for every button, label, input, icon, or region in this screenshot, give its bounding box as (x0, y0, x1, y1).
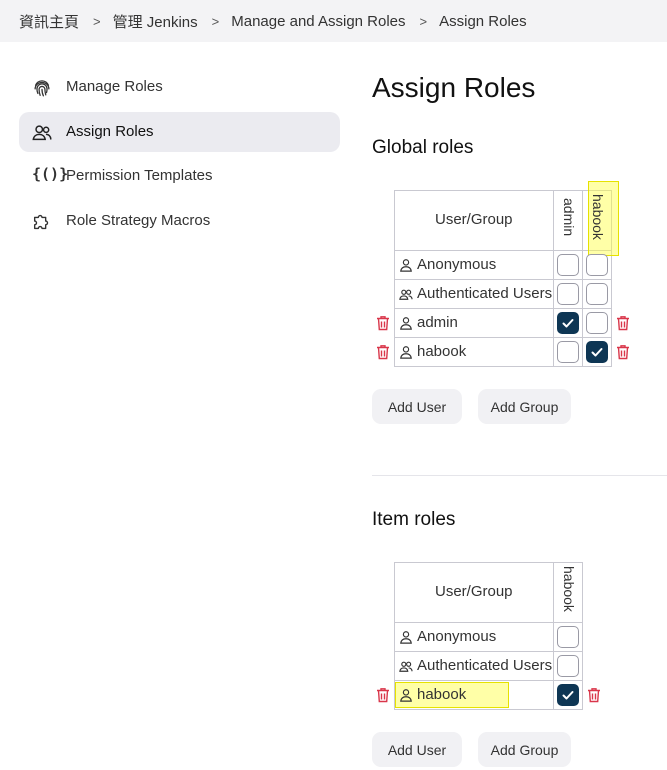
check-icon (562, 691, 574, 700)
user-icon (400, 259, 412, 272)
check-icon (562, 319, 574, 328)
user-icon (400, 689, 412, 702)
trash-icon[interactable] (616, 344, 630, 360)
checkbox[interactable] (557, 655, 579, 677)
row-name: admin (417, 314, 458, 331)
sidebar-item-role-strategy-macros[interactable]: Role Strategy Macros (19, 201, 340, 241)
grid-line (394, 622, 583, 623)
trash-icon[interactable] (376, 687, 390, 703)
grid-line (394, 279, 612, 280)
checkbox[interactable] (586, 283, 608, 305)
braces-icon: {()} (32, 165, 69, 183)
users-icon (32, 125, 52, 141)
checkbox[interactable] (557, 312, 579, 334)
grid-line (394, 562, 583, 563)
grid-line (394, 308, 612, 309)
grid-line (553, 190, 554, 367)
grid-line (394, 337, 612, 338)
grid-line (394, 190, 395, 367)
grid-line (582, 562, 583, 710)
trash-icon[interactable] (376, 344, 390, 360)
page-title: Assign Roles (372, 72, 536, 103)
users-icon (399, 289, 413, 300)
breadcrumb-manage-assign-roles[interactable]: Manage and Assign Roles (231, 13, 405, 30)
trash-icon[interactable] (376, 315, 390, 331)
chevron-right-icon: > (211, 13, 220, 29)
trash-icon[interactable] (616, 315, 630, 331)
role-header-habook: habook (561, 566, 577, 612)
sidebar-item-permission-templates[interactable]: {()} Permission Templates (19, 156, 340, 196)
user-icon (400, 317, 412, 330)
grid-line (394, 651, 583, 652)
checkbox[interactable] (557, 254, 579, 276)
grid-line (394, 680, 583, 681)
fingerprint-icon (34, 80, 50, 97)
checkbox[interactable] (557, 626, 579, 648)
row-name: habook (417, 686, 467, 703)
sidebar-item-label: Assign Roles (66, 123, 154, 140)
grid-line (394, 250, 612, 251)
checkbox[interactable] (586, 312, 608, 334)
breadcrumb-manage-jenkins[interactable]: 管理 Jenkins (113, 11, 198, 32)
grid-line (394, 366, 612, 367)
sidebar-item-label: Manage Roles (66, 78, 163, 95)
role-header-habook: habook (590, 194, 606, 240)
grid-line (553, 562, 554, 710)
global-roles-title: Global roles (372, 137, 474, 158)
breadcrumb: 資訊主頁 > 管理 Jenkins > Manage and Assign Ro… (0, 0, 667, 42)
sidebar-item-label: Permission Templates (66, 167, 213, 184)
row-name: habook (417, 343, 467, 360)
checkbox[interactable] (557, 283, 579, 305)
add-group-button[interactable]: Add Group (478, 389, 571, 424)
puzzle-icon (33, 214, 49, 230)
add-user-button[interactable]: Add User (372, 732, 462, 767)
checkbox[interactable] (586, 341, 608, 363)
trash-icon[interactable] (587, 687, 601, 703)
row-name: Authenticated Users (417, 285, 553, 302)
item-roles-title: Item roles (372, 509, 456, 530)
user-icon (400, 631, 412, 644)
user-group-header: User/Group (435, 583, 513, 600)
add-group-button[interactable]: Add Group (478, 732, 571, 767)
chevron-right-icon: > (419, 13, 428, 29)
user-icon (400, 346, 412, 359)
grid-line (394, 709, 583, 710)
chevron-right-icon: > (93, 13, 101, 29)
row-name: Anonymous (417, 628, 497, 645)
section-divider (372, 475, 667, 476)
user-group-header: User/Group (435, 211, 513, 228)
grid-line (582, 190, 583, 367)
grid-line (394, 190, 612, 191)
row-name: Anonymous (417, 256, 497, 273)
sidebar-item-manage-roles[interactable]: Manage Roles (19, 67, 340, 107)
sidebar-item-assign-roles[interactable]: Assign Roles (19, 112, 340, 152)
checkbox[interactable] (586, 254, 608, 276)
check-icon (591, 348, 603, 357)
breadcrumb-assign-roles[interactable]: Assign Roles (439, 13, 527, 30)
checkbox[interactable] (557, 684, 579, 706)
checkbox[interactable] (557, 341, 579, 363)
row-name: Authenticated Users (417, 657, 553, 674)
sidebar-item-label: Role Strategy Macros (66, 212, 211, 229)
users-icon (399, 661, 413, 672)
role-header-admin: admin (561, 198, 577, 237)
breadcrumb-dashboard[interactable]: 資訊主頁 (19, 11, 79, 32)
add-user-button[interactable]: Add User (372, 389, 462, 424)
